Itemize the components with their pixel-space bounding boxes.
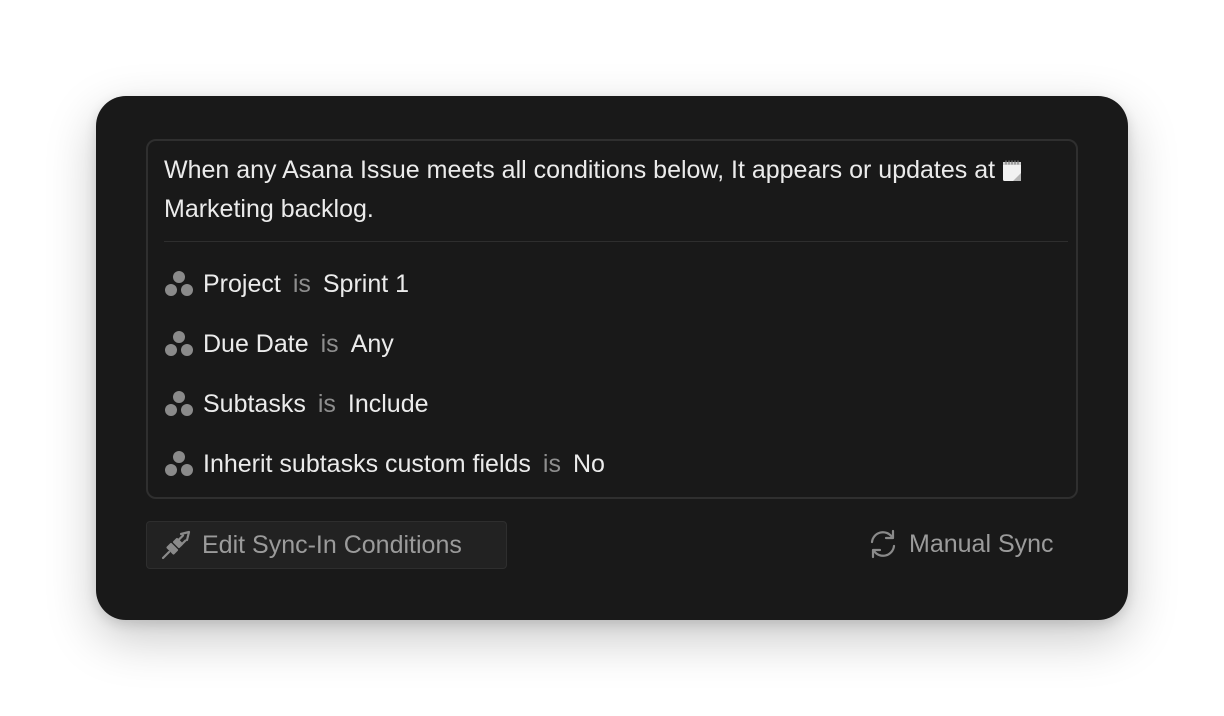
condition-value: Any — [350, 329, 394, 358]
sync-summary: When any Asana Issue meets all condition… — [164, 151, 1064, 229]
asana-icon — [165, 331, 193, 356]
edit-button-label: Edit Sync-In Conditions — [202, 530, 462, 559]
condition-value: No — [572, 449, 605, 478]
sync-conditions-card: When any Asana Issue meets all condition… — [96, 96, 1128, 620]
asana-icon — [165, 451, 193, 476]
plug-icon — [161, 530, 191, 560]
condition-operator: is — [320, 329, 339, 358]
condition-value: Sprint 1 — [322, 269, 410, 298]
condition-row-subtasks[interactable]: Subtasks is Include — [164, 384, 429, 424]
manual-sync-button[interactable]: Manual Sync — [866, 524, 1054, 564]
condition-operator: is — [542, 449, 561, 478]
divider — [164, 241, 1068, 242]
condition-operator: is — [292, 269, 311, 298]
condition-row-inherit-subtasks[interactable]: Inherit subtasks custom fields is No — [164, 444, 605, 484]
condition-field: Due Date — [203, 329, 309, 358]
asana-icon — [165, 271, 193, 296]
edit-sync-in-conditions-button[interactable]: Edit Sync-In Conditions — [146, 521, 507, 569]
condition-field: Project — [203, 269, 281, 298]
condition-value: Include — [347, 389, 429, 418]
condition-field: Subtasks — [203, 389, 306, 418]
condition-row-due-date[interactable]: Due Date is Any — [164, 324, 394, 364]
condition-operator: is — [317, 389, 336, 418]
summary-text: When any Asana Issue meets all condition… — [164, 156, 996, 184]
asana-icon — [165, 391, 193, 416]
sync-icon — [870, 529, 896, 559]
notepad-icon — [1003, 160, 1022, 181]
conditions-panel: When any Asana Issue meets all condition… — [146, 139, 1078, 499]
database-name[interactable]: Marketing backlog. — [164, 195, 374, 223]
manual-sync-label: Manual Sync — [909, 529, 1054, 558]
condition-field: Inherit subtasks custom fields — [203, 449, 531, 478]
condition-row-project[interactable]: Project is Sprint 1 — [164, 264, 409, 304]
